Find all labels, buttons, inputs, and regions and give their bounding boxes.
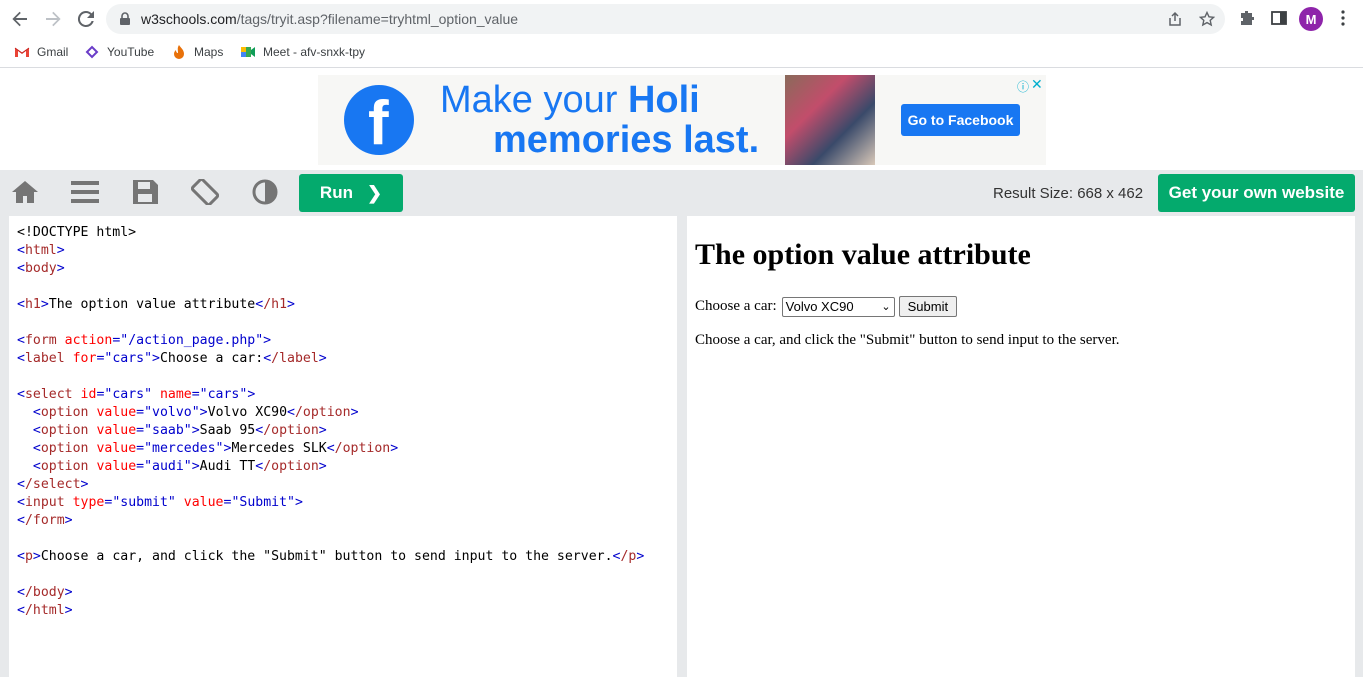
ad-headline-line1: Make your Holi: [440, 79, 700, 121]
ad-close-icon[interactable]: ✕: [1031, 76, 1043, 93]
more-menu-icon[interactable]: [1334, 9, 1352, 27]
go-to-facebook-button[interactable]: Go to Facebook: [901, 104, 1020, 136]
back-button[interactable]: [5, 4, 35, 34]
bookmark-label: Maps: [194, 45, 224, 59]
bookmark-label: YouTube: [107, 45, 155, 59]
code-text[interactable]: <!DOCTYPE html> <html> <body> <h1>The op…: [17, 224, 644, 620]
url-path: /tags/tryit.asp?filename=tryhtml_option_…: [236, 11, 519, 27]
side-panel-icon[interactable]: [1270, 9, 1288, 27]
url-text: w3schools.com/tags/tryit.asp?filename=tr…: [141, 11, 518, 27]
youtube-icon: [85, 45, 99, 59]
result-heading: The option value attribute: [695, 238, 1031, 271]
result-paragraph: Choose a car, and click the "Submit" but…: [695, 332, 1120, 348]
browser-toolbar: w3schools.com/tags/tryit.asp?filename=tr…: [0, 0, 1363, 38]
code-editor[interactable]: <!DOCTYPE html> <html> <body> <h1>The op…: [9, 216, 677, 677]
address-bar[interactable]: w3schools.com/tags/tryit.asp?filename=tr…: [106, 4, 1225, 34]
forward-arrow-icon: [46, 11, 61, 27]
bookmark-youtube[interactable]: YouTube: [84, 44, 154, 60]
reload-button[interactable]: [71, 4, 101, 34]
save-icon[interactable]: [131, 179, 159, 205]
maps-icon: [174, 45, 184, 59]
lock-icon: [120, 12, 130, 25]
theme-toggle-icon[interactable]: [251, 179, 279, 205]
facebook-logo-icon: f: [344, 85, 414, 158]
facebook-ad-banner[interactable]: f Make your Holi memories last. Go to Fa…: [318, 75, 1046, 165]
reload-icon: [77, 10, 94, 27]
chevron-right-icon: ❯: [366, 182, 383, 203]
run-button[interactable]: Run ❯: [299, 174, 403, 212]
ad-headline-line2: memories last.: [493, 119, 760, 161]
menu-icon[interactable]: [71, 179, 99, 205]
home-icon[interactable]: [11, 179, 39, 205]
ad-photo: [785, 75, 875, 165]
share-icon[interactable]: [1167, 11, 1183, 27]
url-host: w3schools.com: [141, 11, 237, 27]
run-label: Run: [319, 183, 353, 202]
submit-button[interactable]: Submit: [898, 296, 958, 317]
profile-avatar[interactable]: M: [1299, 7, 1323, 31]
ad-info-icon[interactable]: ⓘ: [1017, 78, 1029, 95]
bookmark-label: Gmail: [37, 45, 69, 59]
get-own-website-button[interactable]: Get your own website: [1158, 174, 1355, 212]
bookmark-maps[interactable]: Maps: [171, 44, 223, 60]
car-label: Choose a car:: [695, 298, 777, 314]
selected-option: Volvo XC90: [785, 299, 854, 314]
bookmarks-bar: Gmail YouTube Maps Meet - afv-snxk-tpy: [0, 38, 1363, 68]
star-icon[interactable]: [1199, 11, 1215, 27]
bookmark-gmail[interactable]: Gmail: [14, 44, 68, 60]
back-arrow-icon: [12, 11, 27, 27]
bookmark-meet[interactable]: Meet - afv-snxk-tpy: [240, 44, 365, 60]
car-form: Choose a car: Volvo XC90 ⌄ Submit: [695, 296, 958, 317]
forward-button[interactable]: [38, 4, 68, 34]
result-frame: The option value attribute Choose a car:…: [687, 216, 1355, 677]
meet-icon: [241, 47, 255, 57]
result-size-text: Result Size: 668 x 462: [993, 185, 1144, 202]
gmail-icon: [14, 47, 30, 57]
car-select[interactable]: Volvo XC90 ⌄: [781, 296, 895, 317]
chevron-down-icon: ⌄: [881, 300, 891, 313]
rotate-layout-icon[interactable]: [191, 179, 219, 205]
bookmark-label: Meet - afv-snxk-tpy: [263, 45, 366, 59]
extensions-icon[interactable]: [1238, 9, 1256, 27]
tryit-toolbar: Run ❯ Result Size: 668 x 462 Get your own…: [0, 170, 1363, 214]
